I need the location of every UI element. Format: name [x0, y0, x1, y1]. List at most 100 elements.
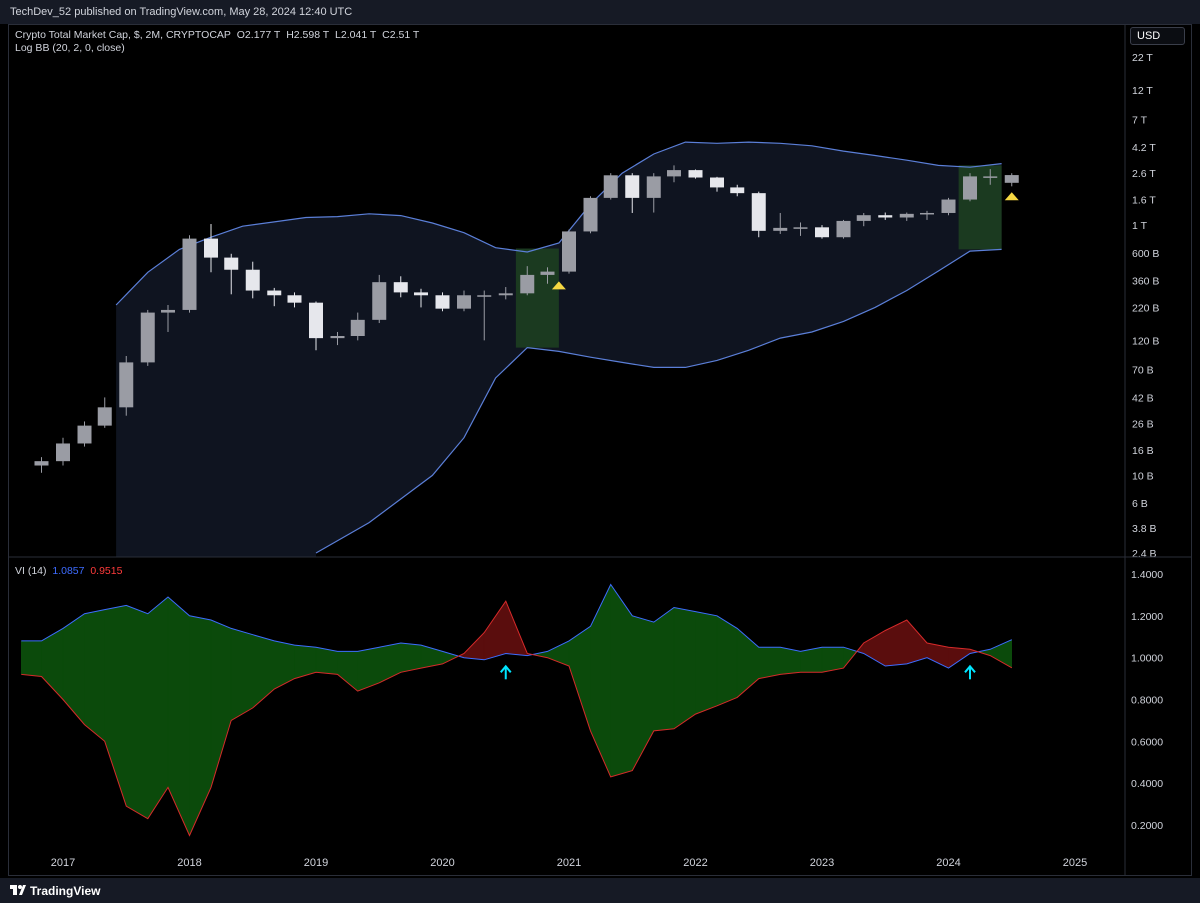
candle-body: [540, 271, 555, 275]
price-tick-label: 1.6 T: [1132, 195, 1156, 207]
price-axis: 22 T 12 T 7 T 4.2 T 2.6 T 1.6 T 1 T 600 B 360 B 2…: [1132, 52, 1159, 560]
candle: [56, 437, 70, 466]
vi-fill-segment: [126, 605, 149, 820]
vi-tick-label: 0.8000: [1131, 695, 1163, 707]
candle-body: [878, 215, 893, 218]
candle-body: [413, 292, 428, 296]
candle: [963, 173, 978, 202]
symbol-title[interactable]: Crypto Total Market Cap, $, 2M, CRYPTOCA…: [15, 29, 231, 41]
candle-body: [182, 238, 197, 310]
vi-fill-segment: [716, 615, 738, 707]
candle-body: [773, 227, 788, 231]
candle-body: [477, 295, 492, 297]
bollinger-fill: [116, 142, 1002, 557]
vi-fill-segment: [147, 596, 169, 820]
vi-fill-segment: [189, 615, 212, 836]
vi-fill-segment: [948, 646, 971, 669]
signal-arrow-icon: [964, 664, 976, 680]
price-tick-label: 1 T: [1132, 220, 1148, 232]
candle: [182, 235, 197, 313]
vortex-indicator-pane: [21, 583, 1013, 837]
vi-fill-segment: [736, 627, 759, 698]
vi-fill-segment: [274, 640, 295, 690]
vi-fill-segment: [989, 639, 1012, 669]
vi-fill-segment: [379, 642, 402, 684]
footer-bar: TradingView: [0, 878, 1200, 903]
candle-body: [688, 170, 703, 178]
candle: [119, 355, 134, 416]
price-tick-label: 26 B: [1132, 418, 1154, 430]
vi-fill-segment: [653, 606, 675, 732]
signal-arrow-icon: [499, 664, 512, 680]
vi-fill-segment: [84, 609, 105, 742]
price-tick-label: 3.8 B: [1132, 523, 1157, 535]
year-tick-label: 2020: [430, 857, 454, 869]
candle-body: [751, 193, 766, 231]
candle-body: [56, 443, 70, 462]
candle: [603, 173, 618, 200]
price-tick-label: 16 B: [1132, 445, 1154, 457]
vi-tick-label: 1.0000: [1131, 653, 1163, 665]
price-tick-label: 70 B: [1132, 365, 1154, 377]
candle-body: [119, 362, 134, 408]
price-tick-label: 360 B: [1132, 276, 1159, 288]
vi-minus-value: 0.9515: [90, 565, 123, 577]
year-tick-label: 2025: [1063, 857, 1087, 869]
vi-fill-segment: [673, 607, 696, 730]
indicator-label[interactable]: Log BB (20, 2, 0, close): [15, 42, 419, 55]
vi-fill-segment: [780, 646, 801, 675]
candle-body: [646, 176, 661, 198]
price-tick-label: 12 T: [1132, 85, 1153, 97]
candle-body: [625, 175, 640, 198]
candle: [1004, 173, 1019, 187]
candle-body: [77, 425, 92, 444]
candle-body: [666, 170, 681, 177]
vi-label[interactable]: VI (14): [15, 565, 47, 577]
vi-fill-segment: [315, 646, 338, 675]
candle-body: [372, 282, 387, 320]
candle-body: [224, 257, 239, 270]
chart-canvas[interactable]: 22 T 12 T 7 T 4.2 T 2.6 T 1.6 T 1 T 600 B 360 B 2…: [0, 0, 1200, 903]
candle: [583, 196, 598, 234]
price-tick-label: 7 T: [1132, 114, 1148, 126]
tradingview-logo-icon: [10, 885, 26, 895]
candle: [77, 421, 92, 447]
candle-body: [562, 231, 576, 272]
candle-body: [836, 220, 851, 238]
vi-tick-label: 0.2000: [1131, 820, 1163, 832]
price-pane: [34, 141, 1019, 557]
vi-fill-segment: [610, 583, 633, 778]
candle-body: [983, 176, 998, 178]
signal-highlight: [515, 248, 559, 348]
candle-body: [941, 199, 956, 213]
price-tick-label: 42 B: [1132, 392, 1154, 404]
time-axis: 2017 2018 2019 2020 2021 2022 2023 2024 2025: [51, 857, 1087, 869]
currency-button[interactable]: USD: [1130, 27, 1185, 45]
vi-fill-segment: [400, 642, 422, 673]
vi-fill-segment: [568, 625, 591, 731]
vi-fill-segment: [885, 619, 908, 667]
vi-fill-segment: [62, 613, 85, 726]
year-tick-label: 2023: [810, 857, 834, 869]
candle-body: [919, 212, 934, 215]
vi-fill-segment: [632, 615, 655, 771]
vi-fill-segment: [21, 640, 42, 677]
year-tick-label: 2018: [177, 857, 201, 869]
price-tick-label: 2.6 T: [1132, 168, 1156, 180]
candle-body: [97, 407, 112, 426]
candle-body: [287, 295, 302, 303]
candle: [140, 309, 155, 366]
candle-body: [160, 309, 175, 313]
candle: [941, 197, 956, 216]
vi-legend: VI (14) 1.0857 0.9515: [15, 565, 122, 577]
price-tick-label: 10 B: [1132, 470, 1154, 482]
year-tick-label: 2024: [936, 857, 960, 869]
candle-body: [435, 295, 450, 309]
candle-body: [245, 269, 260, 291]
candle-body: [963, 176, 978, 200]
vi-tick-label: 0.4000: [1131, 778, 1163, 790]
candle-body: [710, 177, 725, 188]
year-tick-label: 2022: [683, 857, 707, 869]
ohlc-open: O2.177 T: [236, 29, 281, 41]
vi-fill-segment: [906, 619, 928, 665]
